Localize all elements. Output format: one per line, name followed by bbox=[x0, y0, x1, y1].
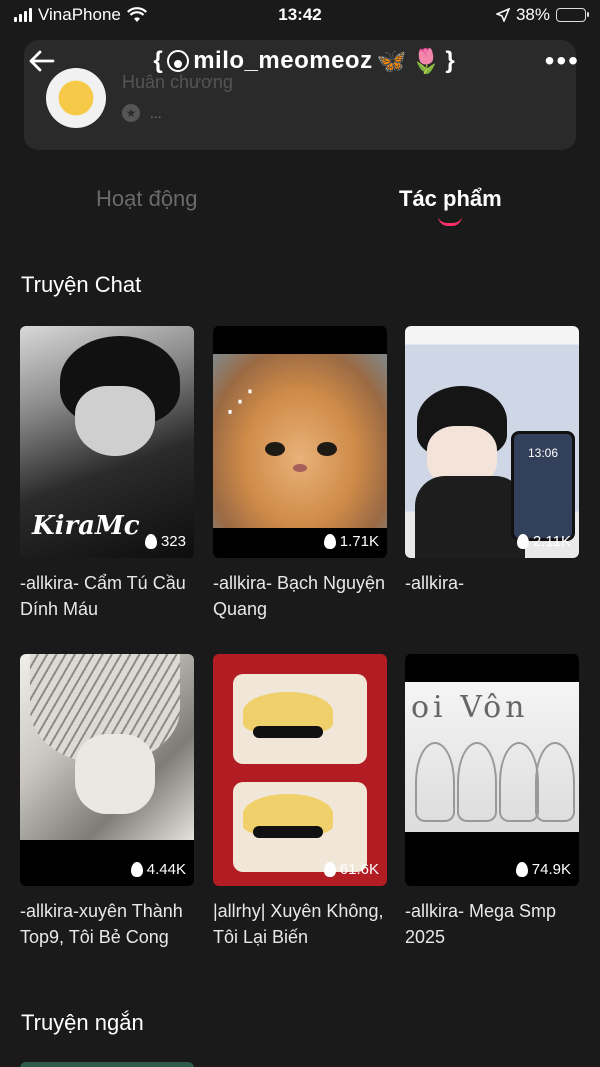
battery-icon bbox=[556, 8, 589, 22]
cover-image: 13:06 bbox=[405, 326, 579, 558]
story-cover: KiraMc 323 bbox=[20, 326, 194, 558]
battery-percent: 38% bbox=[515, 5, 550, 24]
page-title: { milo_meomeoz 🦋 🌷 } bbox=[153, 47, 455, 76]
view-count: 1.71K bbox=[323, 533, 379, 550]
cover-image bbox=[213, 654, 387, 886]
cover-image bbox=[20, 654, 194, 840]
title-brace-close: } bbox=[445, 47, 456, 74]
story-card[interactable]: 13:06 2.11K -allkira- bbox=[405, 326, 579, 596]
story-title: -allkira- Bạch Nguyện Quang bbox=[213, 573, 386, 619]
cover-logo-text: KiraMc bbox=[32, 511, 140, 541]
flame-icon bbox=[144, 534, 157, 549]
clock-time: 13:42 bbox=[278, 5, 322, 24]
view-count-value: 1.71K bbox=[339, 533, 379, 550]
flame-icon bbox=[515, 862, 528, 877]
story-title: |allrhy| Xuyên Không, Tôi Lại Biến bbox=[213, 901, 384, 947]
view-count: 4.44K bbox=[130, 861, 186, 878]
cover-image: KiraMc bbox=[20, 326, 194, 558]
cover-phone: 13:06 bbox=[511, 431, 575, 541]
status-right: 38% bbox=[495, 5, 589, 25]
view-count-value: 323 bbox=[160, 533, 186, 550]
story-cover: oi Vôn 74.9K bbox=[405, 654, 579, 886]
status-left: VinaPhone bbox=[14, 5, 147, 25]
view-count-value: 74.9K bbox=[531, 861, 571, 878]
story-card[interactable]: 4.44K -allkira-xuyên Thành Top9, Tôi Bẻ … bbox=[20, 654, 194, 950]
view-count: 323 bbox=[144, 533, 186, 550]
profile-header: { milo_meomeoz 🦋 🌷 } ••• bbox=[0, 30, 600, 92]
status-bar: VinaPhone 13:42 38% bbox=[0, 0, 600, 30]
flame-icon bbox=[323, 862, 336, 877]
profile-tabs: Hoạt động Tác phẩm bbox=[0, 178, 600, 228]
achievement-sub-text: ... bbox=[150, 105, 162, 121]
cover-image: ⋰ bbox=[213, 354, 387, 528]
section-title-short-stories: Truyện ngắn bbox=[21, 1010, 144, 1035]
cover-sketch-text: oi Vôn bbox=[411, 690, 529, 725]
story-title: -allkira- Cẩm Tú Cầu Dính Máu bbox=[20, 573, 186, 619]
penguin-emoji-icon bbox=[167, 50, 190, 72]
view-count-value: 61.6K bbox=[339, 861, 379, 878]
short-story-cover-partial[interactable] bbox=[20, 1062, 194, 1067]
title-brace-open: { bbox=[153, 47, 164, 74]
section-title-chat-stories: Truyện Chat bbox=[21, 272, 142, 297]
flame-icon bbox=[516, 534, 529, 549]
story-card[interactable]: KiraMc 323 -allkira- Cẩm Tú Cầu Dính Máu bbox=[20, 326, 194, 622]
view-count: 61.6K bbox=[323, 861, 379, 878]
tulip-emoji-icon: 🌷 bbox=[410, 47, 442, 75]
view-count: 74.9K bbox=[515, 861, 571, 878]
story-title: -allkira- Mega Smp 2025 bbox=[405, 901, 557, 947]
view-count-value: 2.11K bbox=[532, 533, 571, 550]
location-arrow-icon bbox=[495, 8, 510, 22]
cover-phone-time: 13:06 bbox=[527, 446, 559, 460]
view-count: 2.11K bbox=[516, 533, 571, 550]
story-cover: 4.44K bbox=[20, 654, 194, 886]
tab-activity[interactable]: Hoạt động bbox=[96, 186, 198, 212]
carrier-name: VinaPhone bbox=[38, 5, 121, 24]
story-card[interactable]: ⋰ 1.71K -allkira- Bạch Nguyện Quang bbox=[213, 326, 387, 622]
story-cover: ⋰ 1.71K bbox=[213, 326, 387, 558]
story-title: -allkira- bbox=[405, 573, 465, 593]
more-dots-icon: ••• bbox=[544, 45, 580, 76]
butterfly-emoji-icon: 🦋 bbox=[376, 47, 407, 75]
story-cover: 13:06 2.11K bbox=[405, 326, 579, 558]
active-tab-indicator bbox=[438, 216, 462, 226]
cover-image: oi Vôn bbox=[405, 682, 579, 832]
back-button[interactable] bbox=[20, 39, 64, 83]
achievement-sub: ★ ... bbox=[122, 104, 162, 122]
story-title: -allkira-xuyên Thành Top9, Tôi Bẻ Cong bbox=[20, 901, 183, 947]
more-options-button[interactable]: ••• bbox=[545, 45, 580, 77]
star-icon: ★ bbox=[122, 104, 140, 122]
signal-icon bbox=[14, 8, 32, 22]
story-card[interactable]: oi Vôn 74.9K -allkira- Mega Smp 2025 bbox=[405, 654, 579, 950]
flame-icon bbox=[323, 534, 336, 549]
back-arrow-icon bbox=[29, 50, 55, 72]
view-count-value: 4.44K bbox=[146, 861, 186, 878]
tab-works[interactable]: Tác phẩm bbox=[399, 186, 502, 212]
username: milo_meomeoz bbox=[193, 47, 373, 74]
wifi-icon bbox=[126, 7, 147, 22]
story-card[interactable]: 61.6K |allrhy| Xuyên Không, Tôi Lại Biến bbox=[213, 654, 387, 950]
story-cover: 61.6K bbox=[213, 654, 387, 886]
flame-icon bbox=[130, 862, 143, 877]
